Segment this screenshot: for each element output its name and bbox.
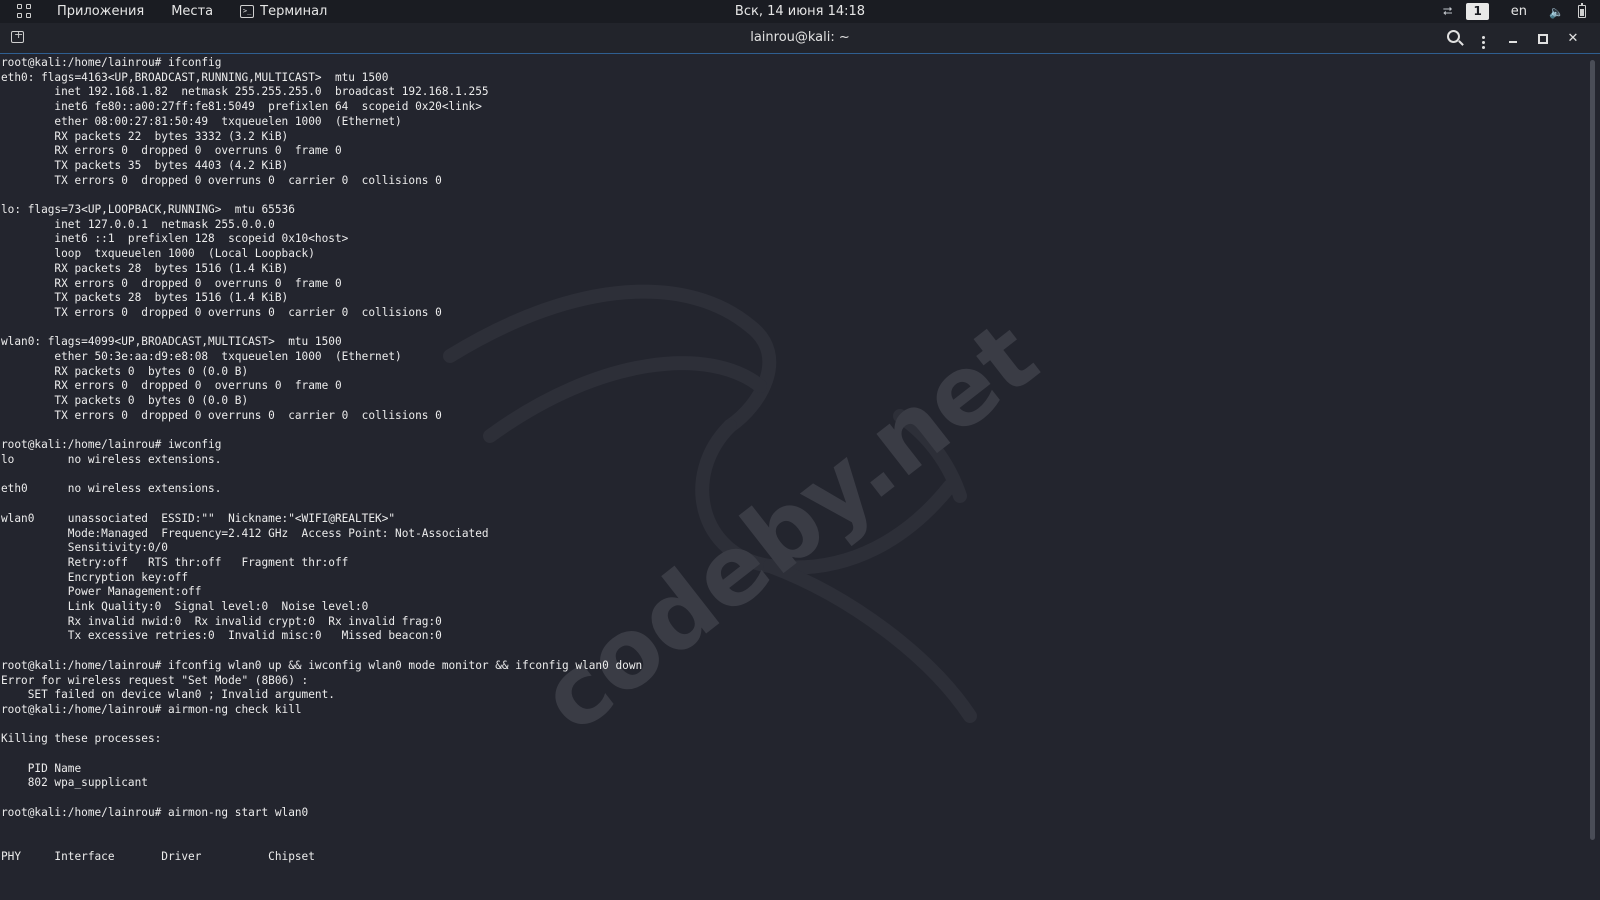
terminal-line: eth0 no wireless extensions. [1,482,222,496]
search-icon [1446,30,1460,43]
keyboard-layout[interactable]: en [1511,4,1527,19]
terminal-line: TX packets 0 bytes 0 (0.0 B) [1,394,249,408]
terminal-line: Link Quality:0 Signal level:0 Noise leve… [1,600,369,614]
terminal-line: ether 50:3e:aa:d9:e8:08 txqueuelen 1000 … [1,350,402,364]
terminal-line: Error for wireless request "Set Mode" (8… [1,673,309,687]
terminal-line: Rx invalid nwid:0 Rx invalid crypt:0 Rx … [1,614,442,628]
window-title: lainrou@kali: ~ [750,30,850,45]
terminal-line: root@kali:/home/lainrou# airmon-ng start… [1,805,309,819]
terminal-line: Killing these processes: [1,732,162,746]
terminal-line: Mode:Managed Frequency=2.412 GHz Access … [1,526,489,540]
workspace-indicator[interactable]: 1 [1466,3,1489,20]
terminal-line: root@kali:/home/lainrou# airmon-ng check… [1,702,302,716]
terminal-line: loop txqueuelen 1000 (Local Loopback) [1,247,315,261]
terminal-line: inet 192.168.1.82 netmask 255.255.255.0 … [1,85,489,99]
terminal-line: Sensitivity:0/0 [1,541,168,555]
terminal-icon: >_ [240,5,255,18]
terminal-line: TX errors 0 dropped 0 overruns 0 carrier… [1,408,442,422]
terminal-line: lo no wireless extensions. [1,452,222,466]
terminal-line: TX packets 35 bytes 4403 (4.2 KiB) [1,158,289,172]
terminal-line: inet6 ::1 prefixlen 128 scopeid 0x10<hos… [1,232,349,246]
terminal-app-menu[interactable]: >_ Терминал [240,4,327,19]
apps-grid-icon[interactable] [17,3,33,20]
terminal-line: RX errors 0 dropped 0 overruns 0 frame 0 [1,276,342,290]
terminal-line: RX packets 0 bytes 0 (0.0 B) [1,364,249,378]
close-icon: ✕ [1567,31,1579,46]
terminal-line: SET failed on device wlan0 ; Invalid arg… [1,688,335,702]
terminal-line: 802 wpa_supplicant [1,776,148,790]
terminal-line: ether 08:00:27:81:50:49 txqueuelen 1000 … [1,114,402,128]
terminal-line: root@kali:/home/lainrou# ifconfig wlan0 … [1,658,643,672]
menu-button[interactable] [1468,28,1498,49]
terminal-line: RX packets 22 bytes 3332 (3.2 KiB) [1,129,289,143]
terminal-output: root@kali:/home/lainrou# ifconfig eth0: … [1,56,642,865]
terminal-line: Retry:off RTS thr:off Fragment thr:off [1,555,349,569]
terminal-line: RX errors 0 dropped 0 overruns 0 frame 0 [1,379,342,393]
network-icon[interactable]: ⮂ [1443,4,1453,19]
maximize-icon [1538,33,1548,44]
terminal-line: inet 127.0.0.1 netmask 255.0.0.0 [1,217,275,231]
terminal-line: wlan0 unassociated ESSID:"" Nickname:"<W… [1,511,396,525]
search-button[interactable] [1438,30,1468,47]
applications-menu[interactable]: Приложения [57,4,144,19]
terminal-line: Power Management:off [1,585,202,599]
maximize-button[interactable] [1528,31,1558,46]
window-titlebar: lainrou@kali: ~ ✕ [0,23,1600,54]
battery-icon[interactable] [1578,3,1586,18]
terminal-line: root@kali:/home/lainrou# ifconfig [1,56,222,69]
terminal-line: PID Name [1,761,82,775]
terminal-line: eth0: flags=4163<UP,BROADCAST,RUNNING,MU… [1,70,389,84]
terminal-area[interactable]: codeby.net root@kali:/home/lainrou# ifco… [0,56,1588,900]
terminal-line: inet6 fe80::a00:27ff:fe81:5049 prefixlen… [1,100,482,114]
terminal-scrollbar[interactable] [1590,56,1596,900]
minimize-icon [1509,40,1517,43]
clock[interactable]: Вск, 14 июня 14:18 [735,4,865,19]
terminal-line: wlan0: flags=4099<UP,BROADCAST,MULTICAST… [1,335,342,349]
top-panel: Приложения Места >_ Терминал Вск, 14 июн… [0,0,1600,23]
minimize-button[interactable] [1498,31,1528,46]
terminal-line: lo: flags=73<UP,LOOPBACK,RUNNING> mtu 65… [1,203,295,217]
window-controls: ✕ [1438,23,1588,54]
terminal-line: Encryption key:off [1,570,189,584]
terminal-line: RX packets 28 bytes 1516 (1.4 KiB) [1,261,289,275]
system-tray: ⮂ 1 en 🔈 [1429,0,1586,23]
terminal-line: TX errors 0 dropped 0 overruns 0 carrier… [1,305,442,319]
close-button[interactable]: ✕ [1558,31,1588,46]
terminal-line: RX errors 0 dropped 0 overruns 0 frame 0 [1,144,342,158]
terminal-line: Tx excessive retries:0 Invalid misc:0 Mi… [1,629,442,643]
volume-icon[interactable]: 🔈 [1549,5,1564,19]
terminal-line: TX packets 28 bytes 1516 (1.4 KiB) [1,291,289,305]
kebab-menu-icon [1481,36,1485,49]
places-menu[interactable]: Места [171,4,213,19]
terminal-line: PHY Interface Driver Chipset [1,849,315,863]
terminal-line: TX errors 0 dropped 0 overruns 0 carrier… [1,173,442,187]
terminal-line: root@kali:/home/lainrou# iwconfig [1,438,222,452]
scrollbar-thumb[interactable] [1590,60,1595,840]
terminal-app-label: Терминал [260,4,328,19]
